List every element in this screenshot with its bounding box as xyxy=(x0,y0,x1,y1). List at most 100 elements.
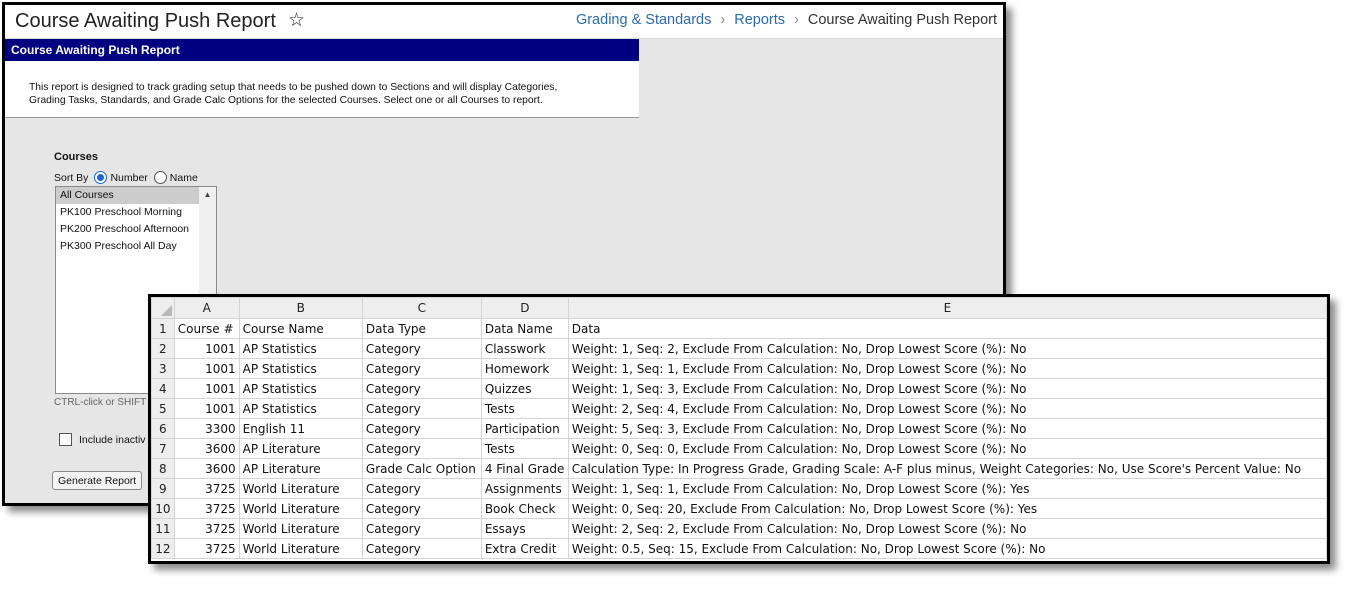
include-inactive-checkbox[interactable] xyxy=(59,433,72,446)
table-cell[interactable]: Weight: 0, Seq: 20, Exclude From Calcula… xyxy=(567,498,1327,519)
spreadsheet-window: A B C D E 1 Course # Course Name Data Type D… xyxy=(148,294,1330,564)
table-cell[interactable]: 3300 xyxy=(173,418,240,439)
table-cell[interactable]: 3600 xyxy=(173,458,240,479)
course-option[interactable]: All Courses xyxy=(56,187,199,204)
table-cell[interactable]: Extra Credit xyxy=(480,538,569,559)
table-cell[interactable]: 3725 xyxy=(173,518,240,539)
table-cell[interactable]: English 11 xyxy=(238,418,363,439)
table-cell[interactable]: Category xyxy=(361,478,482,499)
row-header[interactable]: 9 xyxy=(151,478,175,499)
row-header[interactable]: 6 xyxy=(151,418,175,439)
column-header[interactable]: D xyxy=(480,297,569,319)
table-cell[interactable]: Data xyxy=(567,318,1327,339)
row-header[interactable]: 7 xyxy=(151,438,175,459)
column-header[interactable]: A xyxy=(173,297,240,319)
row-header[interactable]: 11 xyxy=(151,518,175,539)
table-row: 4 1001 AP Statistics Category Quizzes Weight:… xyxy=(151,378,1327,399)
table-cell[interactable]: Weight: 1, Seq: 2, Exclude From Calculat… xyxy=(567,338,1327,359)
spreadsheet-grid: A B C D E 1 Course # Course Name Data Type D… xyxy=(151,297,1327,559)
column-header[interactable]: B xyxy=(238,297,363,319)
multi-select-hint: CTRL-click or SHIFT xyxy=(54,397,147,408)
course-option[interactable]: PK300 Preschool All Day xyxy=(56,238,199,255)
star-icon[interactable]: ☆ xyxy=(288,9,305,32)
row-header[interactable]: 12 xyxy=(151,538,175,559)
table-cell[interactable]: Category xyxy=(361,358,482,379)
row-header[interactable]: 8 xyxy=(151,458,175,479)
table-cell[interactable]: Tests xyxy=(480,398,569,419)
sort-number-radio[interactable] xyxy=(94,171,108,184)
table-cell[interactable]: 1001 xyxy=(173,358,240,379)
column-header[interactable]: C xyxy=(361,297,482,319)
course-option[interactable]: PK100 Preschool Morning xyxy=(56,204,199,221)
table-cell[interactable]: Data Type xyxy=(361,318,482,339)
table-cell[interactable]: Grade Calc Option xyxy=(361,458,482,479)
course-option[interactable]: PK200 Preschool Afternoon xyxy=(56,221,199,238)
row-header[interactable]: 3 xyxy=(151,358,175,379)
table-cell[interactable]: Category xyxy=(361,518,482,539)
table-cell[interactable]: Weight: 1, Seq: 1, Exclude From Calculat… xyxy=(567,478,1327,499)
table-cell[interactable]: AP Statistics xyxy=(238,338,363,359)
table-cell[interactable]: Category xyxy=(361,438,482,459)
select-all-corner[interactable] xyxy=(151,297,175,319)
table-cell[interactable]: Weight: 2, Seq: 2, Exclude From Calculat… xyxy=(567,518,1327,539)
table-cell[interactable]: Category xyxy=(361,398,482,419)
breadcrumb-reports[interactable]: Reports xyxy=(734,12,785,28)
table-cell[interactable]: AP Statistics xyxy=(238,378,363,399)
table-cell[interactable]: World Literature xyxy=(238,518,363,539)
row-header[interactable]: 10 xyxy=(151,498,175,519)
table-cell[interactable]: Data Name xyxy=(480,318,569,339)
table-cell[interactable]: 1001 xyxy=(173,378,240,399)
row-header[interactable]: 2 xyxy=(151,338,175,359)
table-cell[interactable]: Weight: 0, Seq: 0, Exclude From Calculat… xyxy=(567,438,1327,459)
table-cell[interactable]: Category xyxy=(361,538,482,559)
row-header[interactable]: 4 xyxy=(151,378,175,399)
table-cell[interactable]: Course # xyxy=(173,318,240,339)
table-cell[interactable]: Category xyxy=(361,418,482,439)
table-cell[interactable]: Weight: 1, Seq: 3, Exclude From Calculat… xyxy=(567,378,1327,399)
table-cell[interactable]: 4 Final Grade xyxy=(480,458,569,479)
table-cell[interactable]: Homework xyxy=(480,358,569,379)
table-cell[interactable]: 3600 xyxy=(173,438,240,459)
generate-report-button[interactable]: Generate Report xyxy=(52,471,143,490)
table-cell[interactable]: Course Name xyxy=(238,318,363,339)
table-cell[interactable]: AP Literature xyxy=(238,438,363,459)
row-header[interactable]: 1 xyxy=(151,318,175,339)
table-cell[interactable]: Weight: 1, Seq: 1, Exclude From Calculat… xyxy=(567,358,1327,379)
table-cell[interactable]: 1001 xyxy=(173,338,240,359)
table-cell[interactable]: Weight: 0.5, Seq: 15, Exclude From Calcu… xyxy=(567,538,1327,559)
table-cell[interactable]: Assignments xyxy=(480,478,569,499)
table-row: 10 3725 World Literature Category Book Check… xyxy=(151,498,1327,519)
table-cell[interactable]: Quizzes xyxy=(480,378,569,399)
table-cell[interactable]: AP Literature xyxy=(238,458,363,479)
table-cell[interactable]: AP Statistics xyxy=(238,358,363,379)
column-header[interactable]: E xyxy=(567,297,1327,319)
chevron-right-icon: › xyxy=(794,12,799,28)
table-cell[interactable]: Weight: 2, Seq: 4, Exclude From Calculat… xyxy=(567,398,1327,419)
breadcrumb-current: Course Awaiting Push Report xyxy=(807,12,997,28)
row-header[interactable]: 5 xyxy=(151,398,175,419)
table-cell[interactable]: World Literature xyxy=(238,538,363,559)
table-cell[interactable]: Weight: 5, Seq: 3, Exclude From Calculat… xyxy=(567,418,1327,439)
table-cell[interactable]: Category xyxy=(361,378,482,399)
table-cell[interactable]: 1001 xyxy=(173,398,240,419)
table-cell[interactable]: Tests xyxy=(480,438,569,459)
table-cell[interactable]: Category xyxy=(361,498,482,519)
table-cell[interactable]: Category xyxy=(361,338,482,359)
table-cell[interactable]: Book Check xyxy=(480,498,569,519)
table-row: 9 3725 World Literature Category Assignments… xyxy=(151,478,1327,499)
table-cell[interactable]: Classwork xyxy=(480,338,569,359)
table-cell[interactable]: 3725 xyxy=(173,498,240,519)
breadcrumb-grading-standards[interactable]: Grading & Standards xyxy=(576,12,711,28)
table-cell[interactable]: Essays xyxy=(480,518,569,539)
table-cell[interactable]: World Literature xyxy=(238,498,363,519)
sort-name-radio[interactable] xyxy=(153,171,167,184)
scroll-up-arrow-icon[interactable]: ▲ xyxy=(204,190,212,199)
table-cell[interactable]: Participation xyxy=(480,418,569,439)
table-cell[interactable]: World Literature xyxy=(238,478,363,499)
table-cell[interactable]: 3725 xyxy=(173,538,240,559)
description-line: Grading Tasks, Standards, and Grade Calc… xyxy=(29,95,543,106)
column-header-row: A B C D E xyxy=(151,297,1327,319)
table-cell[interactable]: 3725 xyxy=(173,478,240,499)
table-cell[interactable]: AP Statistics xyxy=(238,398,363,419)
table-cell[interactable]: Calculation Type: In Progress Grade, Gra… xyxy=(567,458,1327,479)
